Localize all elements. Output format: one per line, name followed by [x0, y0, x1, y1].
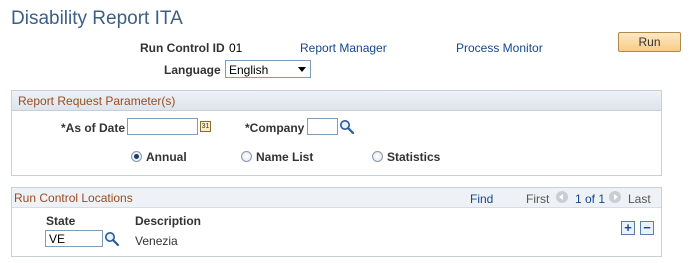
run-control-id-value: 01: [229, 41, 243, 55]
state-column-header: State: [46, 214, 76, 228]
chevron-down-icon: [298, 67, 306, 72]
as-of-date-label: *As of Date: [61, 121, 126, 135]
state-input[interactable]: [45, 230, 103, 247]
row-range: 1 of 1: [575, 192, 606, 206]
report-params-title: Report Request Parameter(s): [18, 94, 176, 108]
statistics-label: Statistics: [387, 150, 441, 164]
next-icon[interactable]: [609, 191, 621, 203]
report-params-header: Report Request Parameter(s): [12, 91, 661, 111]
name-list-label: Name List: [256, 150, 314, 164]
page-title: Disability Report ITA: [11, 8, 183, 29]
delete-row-button[interactable]: −: [640, 221, 654, 235]
language-select-value: English: [229, 63, 269, 77]
company-label: *Company: [245, 121, 305, 135]
process-monitor-link[interactable]: Process Monitor: [456, 41, 543, 55]
state-search-icon[interactable]: [104, 231, 120, 247]
language-select[interactable]: English: [225, 60, 311, 78]
annual-label: Annual: [146, 150, 187, 164]
last-label: Last: [628, 192, 651, 206]
search-icon[interactable]: [339, 119, 355, 135]
calendar-icon[interactable]: 31: [200, 121, 211, 132]
statistics-radio[interactable]: [372, 151, 383, 162]
as-of-date-input[interactable]: [127, 118, 198, 135]
annual-radio[interactable]: [131, 151, 142, 162]
description-column-header: Description: [135, 214, 202, 228]
state-description: Venezia: [135, 234, 178, 248]
company-input[interactable]: [307, 118, 338, 135]
add-row-button[interactable]: +: [621, 221, 635, 235]
previous-icon[interactable]: [556, 191, 568, 203]
name-list-radio[interactable]: [241, 151, 252, 162]
language-label: Language: [164, 63, 221, 77]
run-button[interactable]: Run: [618, 32, 681, 52]
run-control-id-label: Run Control ID: [140, 41, 225, 55]
locations-title: Run Control Locations: [14, 191, 133, 205]
find-link[interactable]: Find: [470, 192, 493, 206]
first-label: First: [526, 192, 550, 206]
report-manager-link[interactable]: Report Manager: [300, 41, 387, 55]
